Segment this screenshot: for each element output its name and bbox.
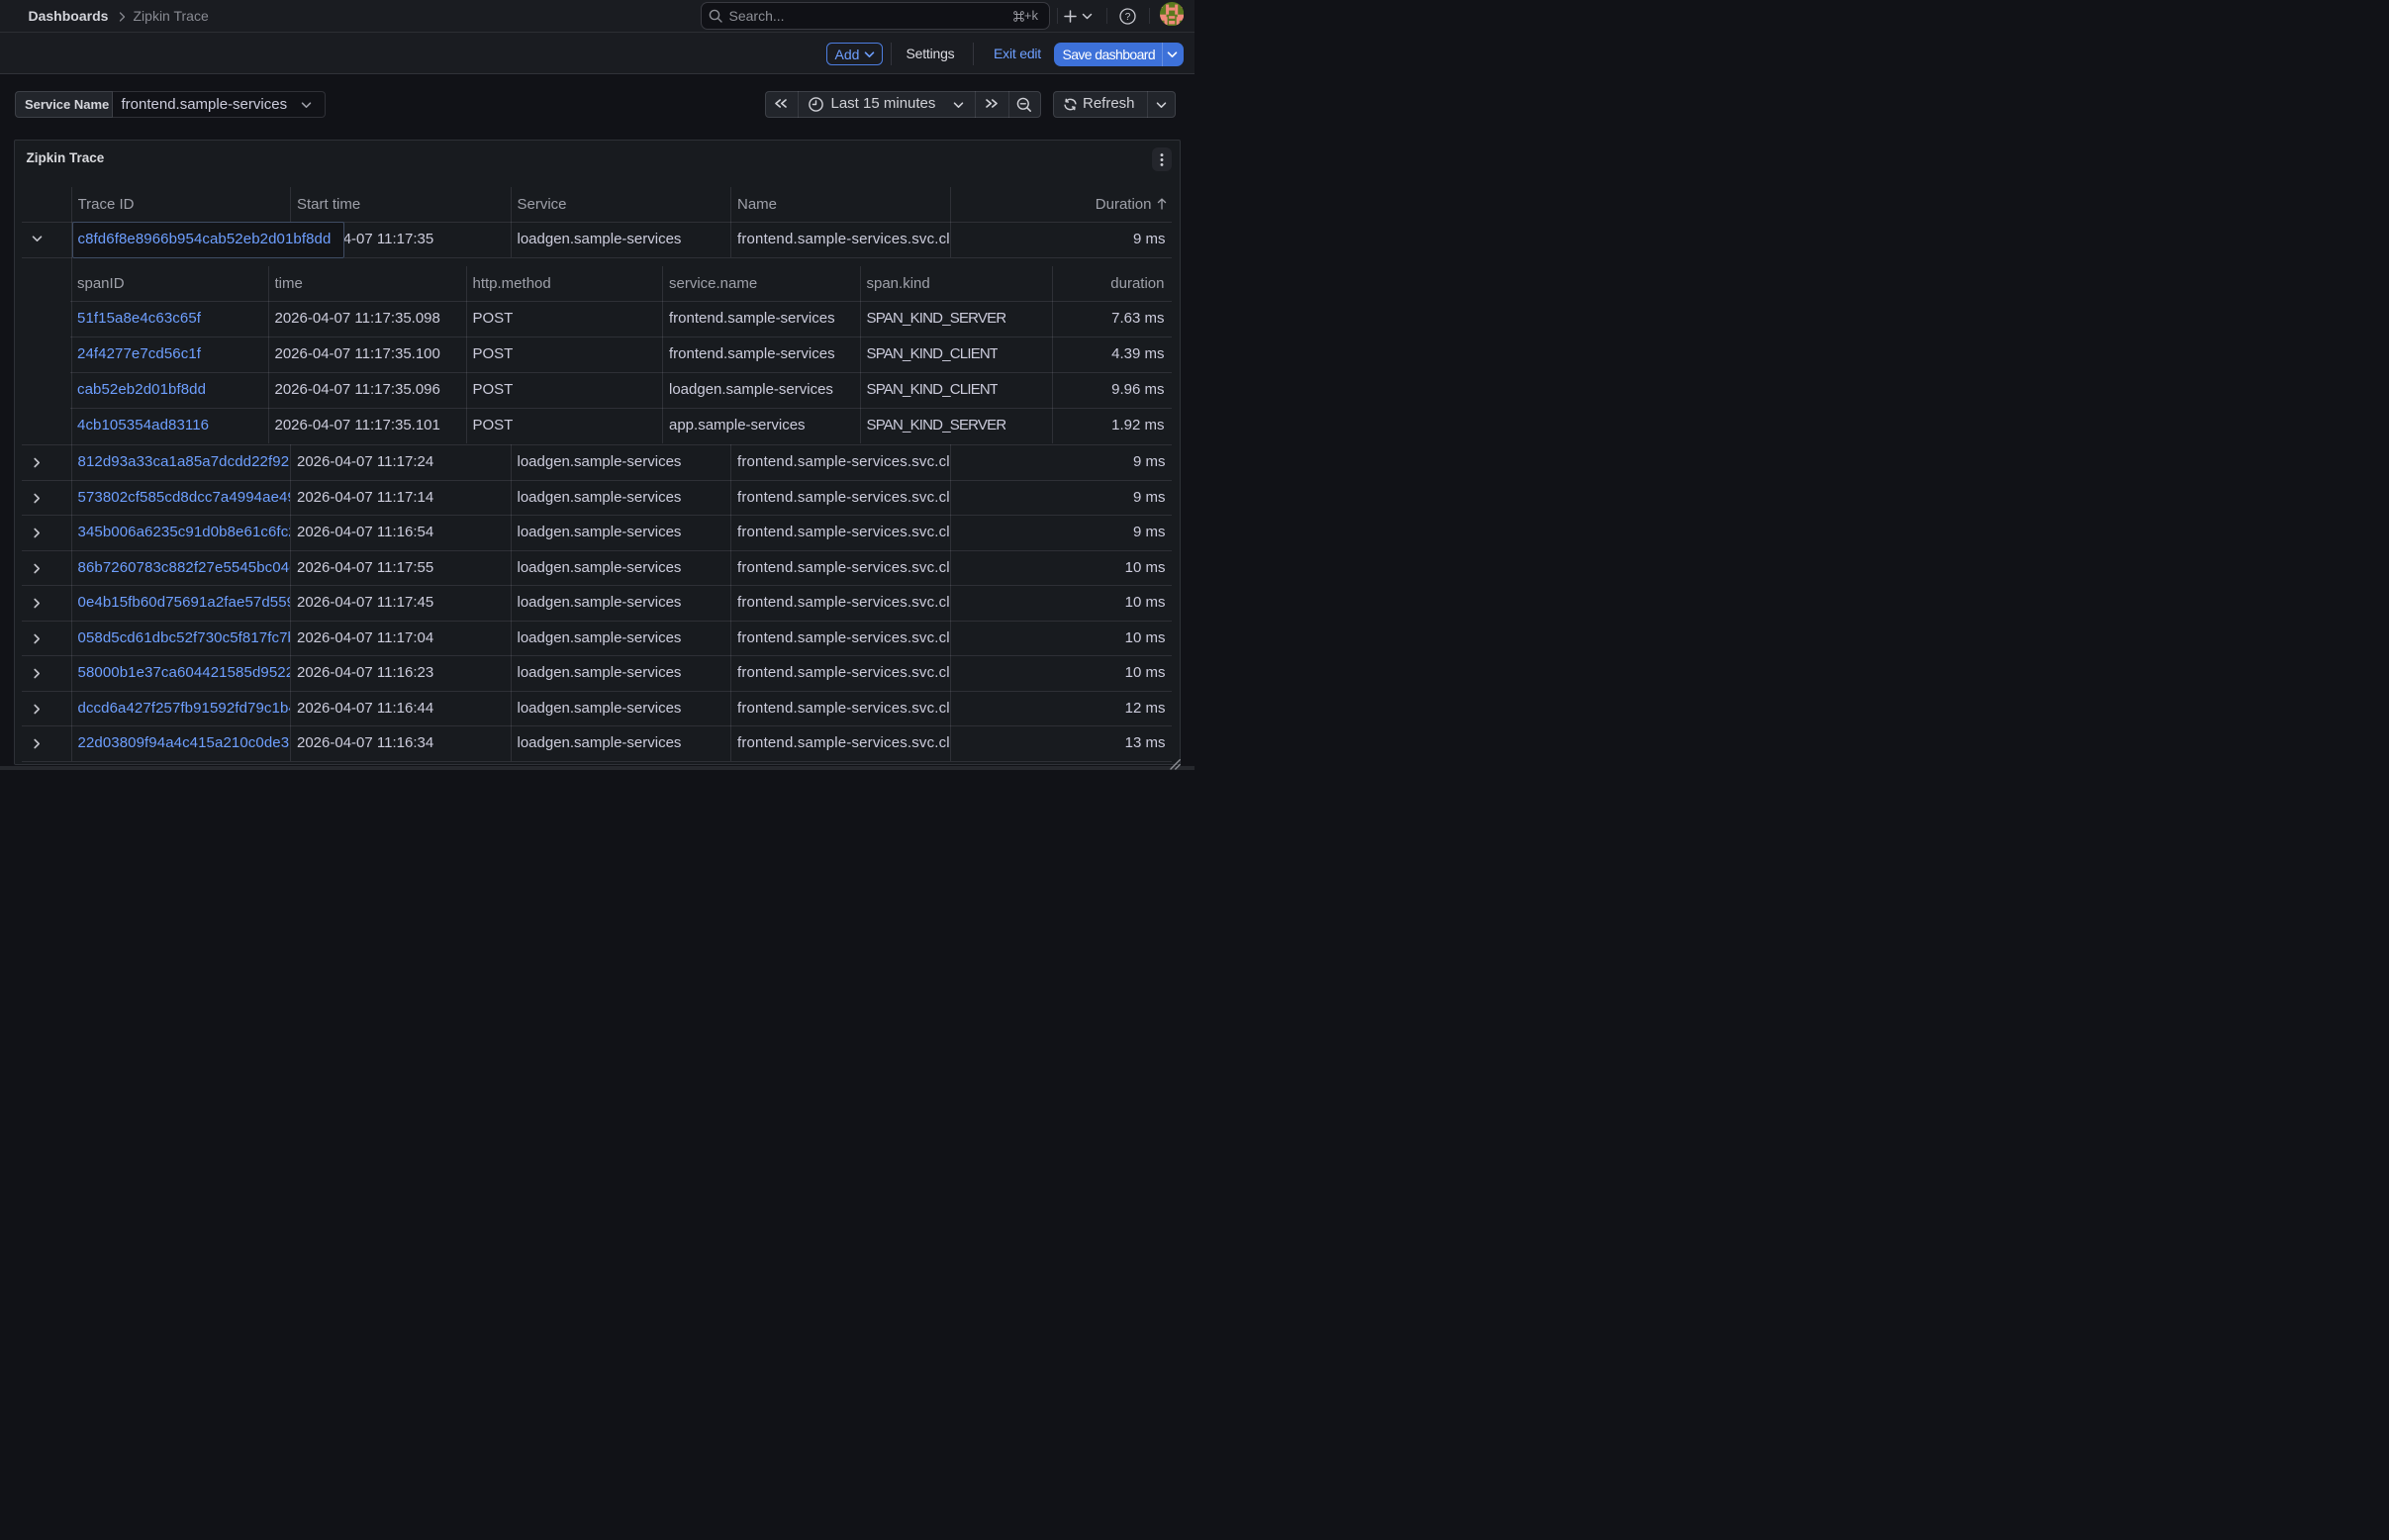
svg-text:?: ? <box>1125 12 1131 23</box>
